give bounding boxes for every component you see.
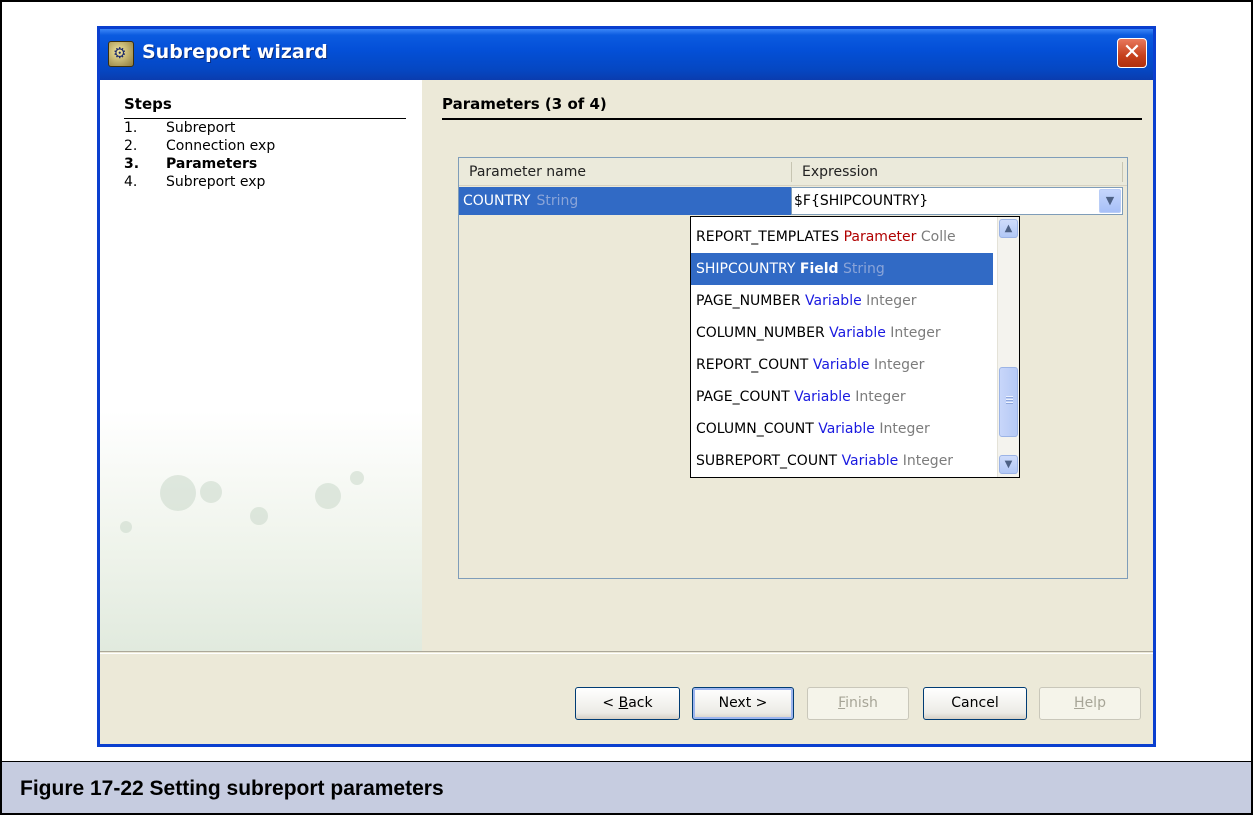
scroll-down-button[interactable]: ▼	[999, 455, 1018, 474]
item-name: REPORT_COUNT	[696, 357, 809, 373]
title-bar[interactable]: ⚙ Subreport wizard ✕	[100, 29, 1153, 80]
back-button-mnemonic: B	[618, 695, 629, 711]
grip-icon	[1006, 396, 1013, 405]
step-label: Parameters	[166, 156, 258, 172]
next-button[interactable]: Next >	[692, 687, 794, 720]
finish-button-label: inish	[845, 695, 878, 711]
page-title: Parameters (3 of 4)	[442, 95, 607, 113]
steps-title: Steps	[124, 95, 172, 113]
chevron-down-icon: ▼	[1004, 459, 1013, 470]
parameter-name-cell[interactable]: COUNTRY String	[459, 187, 791, 215]
decorative-background	[100, 411, 422, 651]
item-kind: Variable	[841, 453, 899, 469]
item-name: SHIPCOUNTRY	[696, 261, 796, 277]
item-kind: Variable	[812, 357, 870, 373]
item-kind: Field	[799, 261, 839, 277]
back-button-prefix: <	[602, 695, 619, 711]
item-kind: Variable	[829, 325, 886, 341]
steps-pane: Steps 1. Subreport 2. Connection exp 3. Param…	[100, 80, 422, 651]
item-name: PAGE_COUNT	[696, 389, 790, 405]
close-icon: ✕	[1122, 40, 1142, 65]
step-label: Subreport	[166, 120, 236, 136]
subreport-wizard-icon: ⚙	[108, 41, 134, 67]
item-type: String	[843, 261, 885, 277]
table-header: Parameter name Expression	[459, 158, 1127, 186]
step-label: Connection exp	[166, 138, 276, 154]
help-button-mnemonic: H	[1074, 695, 1085, 711]
steps-divider	[124, 118, 406, 119]
step-number: 1.	[124, 120, 138, 136]
step-item[interactable]: 3. Parameters	[124, 156, 257, 172]
caption-text: Figure 17-22 Setting subreport parameter…	[20, 777, 444, 800]
dropdown-item[interactable]: SHIPCOUNTRY Field String	[691, 253, 993, 285]
item-type: Integer	[879, 421, 930, 437]
parameter-name: COUNTRY	[463, 193, 531, 209]
window-title: Subreport wizard	[142, 41, 328, 63]
expression-value[interactable]: $F{SHIPCOUNTRY}	[794, 188, 928, 214]
close-button[interactable]: ✕	[1117, 38, 1147, 68]
footer-divider	[100, 653, 1153, 654]
step-number: 2.	[124, 138, 138, 154]
item-type: Integer	[873, 357, 925, 373]
table-row[interactable]: COUNTRY String $F{SHIPCOUNTRY} ▼	[459, 187, 1127, 215]
finish-button[interactable]: Finish	[807, 687, 909, 720]
page-title-divider	[442, 118, 1142, 120]
help-button[interactable]: Help	[1039, 687, 1141, 720]
item-name: COLUMN_COUNT	[696, 421, 814, 437]
dropdown-item[interactable]: PAGE_COUNT Variable Integer	[691, 381, 993, 413]
column-header-expression[interactable]: Expression	[792, 158, 1122, 186]
dropdown-item[interactable]: COLUMN_NUMBER Variable Integer	[691, 317, 993, 349]
chevron-down-icon: ▼	[1105, 194, 1115, 207]
item-kind: Variable	[818, 421, 875, 437]
step-label: Subreport exp	[166, 174, 266, 190]
cancel-button-label: Cancel	[951, 695, 999, 711]
scroll-up-button[interactable]: ▲	[999, 219, 1018, 238]
dropdown-item[interactable]: COLUMN_COUNT Variable Integer	[691, 413, 993, 445]
back-button[interactable]: < Back	[575, 687, 680, 720]
figure-caption: Figure 17-22 Setting subreport parameter…	[0, 761, 1253, 815]
item-type: Integer	[866, 293, 917, 309]
column-divider[interactable]	[1122, 162, 1123, 182]
step-item[interactable]: 1. Subreport	[124, 120, 235, 136]
help-button-label: elp	[1084, 695, 1106, 711]
column-header-parameter-name[interactable]: Parameter name	[459, 158, 791, 186]
item-name: REPORT_TEMPLATES	[696, 229, 840, 245]
back-button-label: ack	[628, 695, 653, 711]
dropdown-item[interactable]: REPORT_COUNT Variable Integer	[691, 349, 993, 381]
chevron-up-icon: ▲	[1004, 223, 1013, 234]
dropdown-scrollbar[interactable]: ▲ ▼	[997, 217, 1019, 477]
button-bar: < Back Next > Finish Cancel Help	[100, 651, 1153, 744]
item-name: PAGE_NUMBER	[696, 293, 801, 309]
dropdown-item[interactable]: REPORT_TEMPLATES Parameter Colle	[691, 221, 993, 253]
step-number: 4.	[124, 174, 138, 190]
item-kind: Parameter	[843, 229, 917, 245]
item-type: Integer	[890, 325, 941, 341]
dropdown-item[interactable]: SUBREPORT_COUNT Variable Integer	[691, 445, 993, 477]
step-item[interactable]: 4. Subreport exp	[124, 174, 265, 190]
dropdown-item[interactable]: PAGE_NUMBER Variable Integer	[691, 285, 993, 317]
cancel-button[interactable]: Cancel	[923, 687, 1027, 720]
expression-combobox[interactable]: $F{SHIPCOUNTRY} ▼	[791, 187, 1123, 215]
scroll-thumb[interactable]	[999, 367, 1018, 437]
dropdown-button[interactable]: ▼	[1099, 189, 1121, 213]
item-name: SUBREPORT_COUNT	[696, 453, 838, 469]
expression-dropdown-list[interactable]: REPORT_TEMPLATES Parameter Colle SHIPCOUN…	[690, 216, 1020, 478]
item-type: Colle	[920, 229, 956, 245]
item-kind: Variable	[794, 389, 851, 405]
item-type: Integer	[902, 453, 954, 469]
item-kind: Variable	[805, 293, 862, 309]
parameter-type: String	[536, 193, 579, 209]
step-number: 3.	[124, 156, 140, 172]
item-name: COLUMN_NUMBER	[696, 325, 825, 341]
item-type: Integer	[855, 389, 906, 405]
step-item[interactable]: 2. Connection exp	[124, 138, 275, 154]
next-button-label: Next >	[718, 695, 768, 711]
